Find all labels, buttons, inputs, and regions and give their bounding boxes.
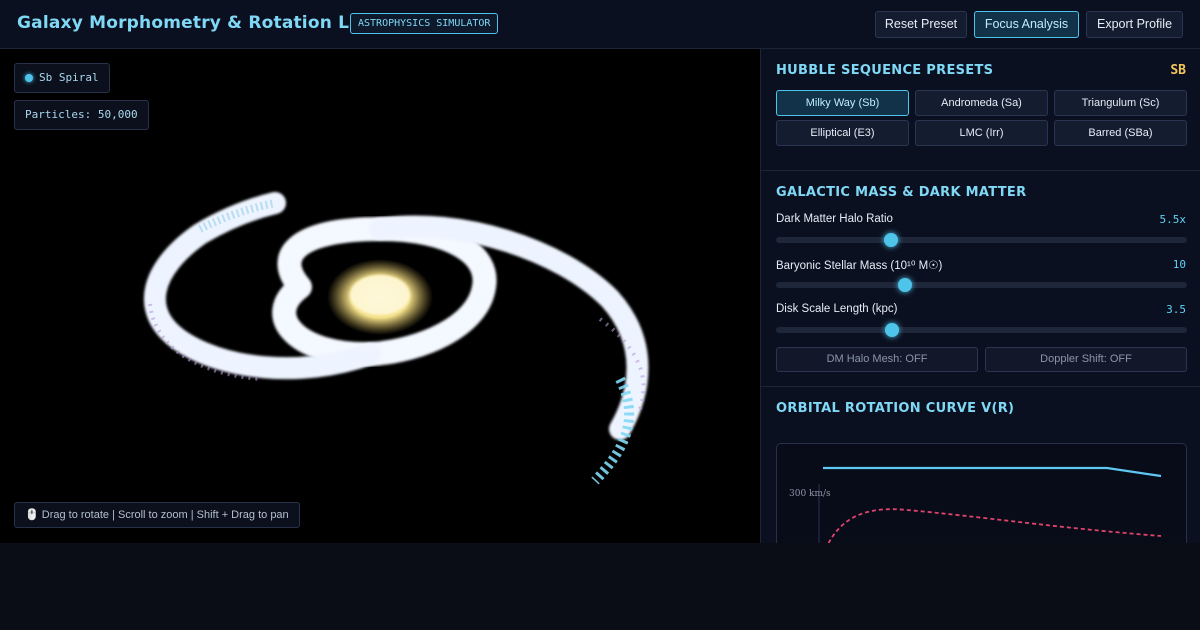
mass-title: GALACTIC MASS & DARK MATTER [776,185,1027,200]
galaxy-type-label: Sb Spiral [39,71,99,84]
slider-thumb[interactable] [898,278,913,292]
rotation-curve-chart: 300 km/s [776,443,1187,543]
doppler-shift-toggle[interactable]: Doppler Shift: OFF [985,347,1187,372]
slider-thumb[interactable] [884,233,899,247]
spiral-arms [144,192,649,485]
dm-halo-mesh-toggle[interactable]: DM Halo Mesh: OFF [776,347,978,372]
dm-halo-slider[interactable] [776,233,1187,247]
reset-preset-button[interactable]: Reset Preset [875,11,967,38]
galaxy-viewport[interactable]: Sb Spiral Particles: 50,000 🖱️ Drag to r… [0,49,760,543]
stellar-mass-value: 10 [1172,258,1186,271]
app-title: Galaxy Morphometry & Rotation Lab [17,13,374,33]
preset-barred[interactable]: Barred (SBa) [1054,120,1187,146]
stellar-mass-label: Baryonic Stellar Mass (10¹⁰ M☉) [776,260,943,272]
y-axis-label: 300 km/s [789,489,831,499]
focus-analysis-button[interactable]: Focus Analysis [974,11,1079,38]
simulator-badge: ASTROPHYSICS SIMULATOR [350,13,499,34]
top-bar: Galaxy Morphometry & Rotation Lab ASTROP… [0,0,1200,49]
status-dot-icon [25,73,33,82]
observed-curve [823,466,1162,478]
disk-scale-slider[interactable] [776,323,1187,337]
dm-halo-value: 5.5x [1159,213,1187,226]
dm-halo-label: Dark Matter Halo Ratio [776,213,893,225]
slider-thumb[interactable] [885,323,900,337]
preset-andromeda[interactable]: Andromeda (Sa) [915,90,1048,116]
preset-triangulum[interactable]: Triangulum (Sc) [1054,90,1187,116]
page-footer-area [0,543,1200,630]
preset-milky-way[interactable]: Milky Way (Sb) [776,90,909,116]
export-profile-button[interactable]: Export Profile [1086,11,1183,38]
controls-hint: 🖱️ Drag to rotate | Scroll to zoom | Shi… [14,502,300,528]
disk-scale-label: Disk Scale Length (kpc) [776,303,898,315]
stellar-mass-slider[interactable] [776,278,1187,292]
mass-section: GALACTIC MASS & DARK MATTER Dark Matter … [761,171,1200,387]
control-panel: HUBBLE SEQUENCE PRESETS SB Milky Way (Sb… [760,49,1200,543]
current-preset-tag: SB [1170,63,1186,78]
preset-lmc[interactable]: LMC (Irr) [915,120,1048,146]
preset-elliptical[interactable]: Elliptical (E3) [776,120,909,146]
keplerian-curve [827,508,1162,543]
rotation-curve-plot: 300 km/s [789,466,1162,543]
galaxy-type-chip: Sb Spiral [14,63,110,93]
rotation-title: ORBITAL ROTATION CURVE V(R) [776,401,1015,416]
particle-count: Particles: 50,000 [14,100,149,130]
disk-scale-value: 3.5 [1166,303,1186,316]
presets-title: HUBBLE SEQUENCE PRESETS [776,63,994,78]
rotation-section: ORBITAL ROTATION CURVE V(R) 300 km/s [761,387,1200,543]
presets-section: HUBBLE SEQUENCE PRESETS SB Milky Way (Sb… [761,49,1200,171]
